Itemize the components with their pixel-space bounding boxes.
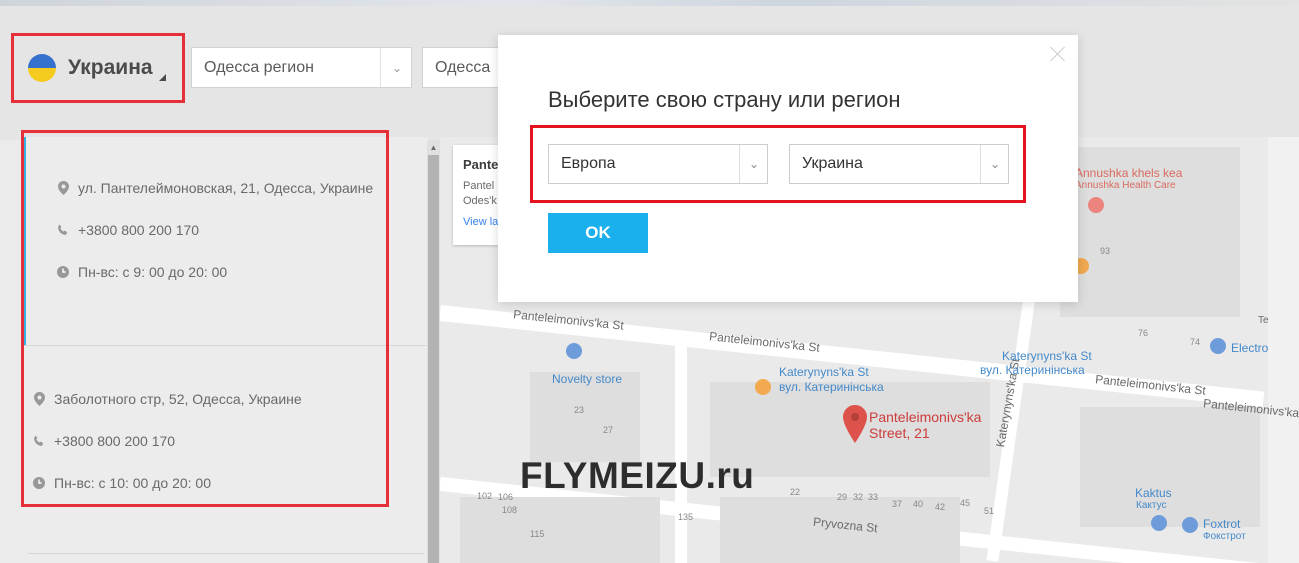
highlight-frame-selects <box>530 125 1026 203</box>
modal-title: Выберите свою страну или регион <box>548 87 901 112</box>
ok-button[interactable]: OK <box>548 213 648 253</box>
close-icon[interactable] <box>1047 43 1069 65</box>
